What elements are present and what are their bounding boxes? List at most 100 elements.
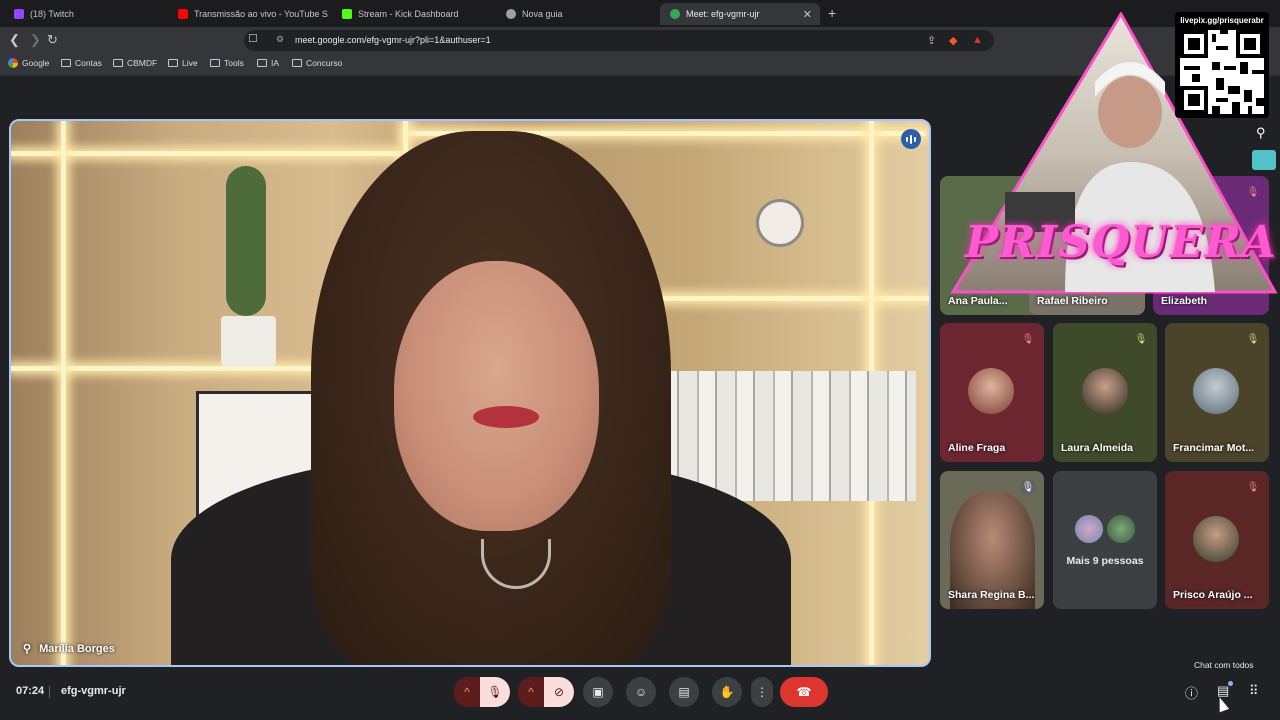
avatar (968, 368, 1014, 414)
mic-off-icon: 🎙 (487, 685, 503, 699)
more-options-button[interactable]: ⋮ (751, 677, 773, 707)
bookmark-label: Tools (224, 58, 244, 68)
main-speaker-tile[interactable]: ⚲ Marília Borges (9, 119, 931, 667)
avatar (1193, 368, 1239, 414)
screen: (18) Twitch Transmissão ao vivo - YouTub… (0, 0, 1280, 720)
bookmark-cbmdf[interactable]: CBMDF (113, 58, 157, 68)
emoji-icon: ☺ (634, 685, 648, 699)
qr-label: livepix.gg/prisquerabr (1180, 16, 1264, 25)
bookmark-ia[interactable]: IA (257, 58, 279, 68)
mic-off-icon: 🎙 (1020, 479, 1036, 495)
tab-twitch[interactable]: (18) Twitch (4, 3, 164, 25)
share-icon[interactable]: ⇪ (927, 34, 936, 47)
meeting-time: 07:24 (16, 685, 45, 697)
speaker-face (394, 261, 599, 531)
close-icon[interactable]: ✕ (803, 8, 812, 21)
activities-grid-icon[interactable]: ⠿ (1249, 683, 1259, 699)
shelf-light (631, 296, 929, 301)
tab-youtube-studio[interactable]: Transmissão ao vivo - YouTube Studio (168, 3, 328, 25)
captions-icon: ▤ (678, 685, 690, 699)
captions-button[interactable]: ▤ (669, 677, 699, 707)
phone-hangup-icon: ☎ (796, 685, 812, 699)
more-vert-icon: ⋮ (756, 685, 768, 699)
folder-icon (113, 59, 123, 67)
brand-logo-text: PRISQUERA (965, 217, 1277, 268)
meeting-code: efg-vgmr-ujr (61, 685, 126, 697)
camera-off-icon: ⊘ (553, 685, 565, 699)
bookmark-contas[interactable]: Contas (61, 58, 102, 68)
folder-icon (168, 59, 178, 67)
bookmark-label: CBMDF (127, 58, 158, 68)
participant-name: Prisco Araújo ... (1173, 589, 1253, 601)
back-icon[interactable]: ❮ (9, 32, 20, 48)
participant-tile[interactable]: 🎙 Aline Fraga (940, 323, 1044, 462)
camera-toggle-button[interactable]: ⊘ (544, 677, 574, 707)
site-info-icon[interactable]: ⚙ (276, 34, 284, 45)
tab-meet[interactable]: Meet: efg-vgmr-ujr ✕ (660, 3, 820, 25)
participant-name: Laura Almeida (1061, 442, 1133, 454)
meeting-details-icon[interactable]: ⓘ (1185, 683, 1198, 702)
shield-icon (506, 9, 516, 19)
avatar (1073, 513, 1105, 545)
folder-icon (210, 59, 220, 67)
participant-tile[interactable]: 🎙 Prisco Araújo ... (1165, 471, 1269, 609)
folder-icon (61, 59, 71, 67)
tab-kick-dashboard[interactable]: Stream - Kick Dashboard (332, 3, 492, 25)
mic-toggle-button[interactable]: 🎙 (480, 677, 510, 707)
present-icon: ▣ (592, 685, 604, 699)
address-bar[interactable]: ⚙ meet.google.com/efg-vgmr-ujr?pli=1&aut… (244, 30, 994, 51)
divider (49, 686, 50, 698)
speaker-lips (473, 406, 539, 428)
reactions-button[interactable]: ☺ (626, 677, 656, 707)
bookmark-tools[interactable]: Tools (210, 58, 244, 68)
tab-label: Transmissão ao vivo - YouTube Studio (194, 9, 328, 19)
url-text: meet.google.com/efg-vgmr-ujr?pli=1&authu… (295, 35, 491, 45)
pin-icon[interactable]: ⚲ (23, 642, 31, 655)
bookmark-google[interactable]: Google (8, 58, 49, 68)
participant-name: Shara Regina B... (948, 589, 1035, 601)
bookmark-label: Google (22, 58, 50, 68)
chat-notification-dot (1228, 681, 1233, 686)
speaking-indicator-icon (901, 129, 921, 149)
bookmark-icon[interactable]: ☐ (248, 32, 258, 45)
wall-clock (756, 199, 804, 247)
cactus-plant (226, 166, 266, 316)
present-screen-button[interactable]: ▣ (583, 677, 613, 707)
leave-call-button[interactable]: ☎ (780, 677, 828, 707)
participant-tile[interactable]: 🎙 Shara Regina B... (940, 471, 1044, 609)
youtube-icon (178, 9, 188, 19)
more-participants-tile[interactable]: Mais 9 pessoas (1053, 471, 1157, 609)
new-tab-button[interactable]: + (828, 5, 836, 21)
folder-icon (257, 59, 267, 67)
bookmark-label: Contas (75, 58, 102, 68)
participant-tile[interactable]: 🎙 Laura Almeida (1053, 323, 1157, 462)
tab-label: Nova guia (522, 9, 563, 19)
participant-tile[interactable]: 🎙 Francimar Mot... (1165, 323, 1269, 462)
speaker-name: Marília Borges (39, 642, 115, 655)
tab-label: (18) Twitch (30, 9, 74, 19)
audio-options-chevron-icon[interactable]: ^ (454, 677, 480, 707)
participant-name: Francimar Mot... (1173, 442, 1255, 454)
mic-off-icon: 🎙 (1246, 333, 1260, 345)
folder-icon (292, 59, 302, 67)
avatar (1082, 368, 1128, 414)
mic-off-icon: 🎙 (1134, 333, 1148, 345)
kick-icon (342, 9, 352, 19)
tab-label: Stream - Kick Dashboard (358, 9, 459, 19)
reload-icon[interactable]: ↻ (47, 32, 58, 48)
raise-hand-button[interactable]: ✋ (712, 677, 742, 707)
mic-off-icon: 🎙 (1021, 333, 1035, 345)
bookmark-live[interactable]: Live (168, 58, 198, 68)
speaker-name-label: ⚲ Marília Borges (23, 642, 115, 656)
avatar (1193, 516, 1239, 562)
participant-name: Aline Fraga (948, 442, 1006, 454)
bookmark-label: Live (182, 58, 198, 68)
more-people-label: Mais 9 pessoas (1066, 555, 1144, 567)
google-icon (8, 58, 18, 68)
pin-marker-icon: ⚲ (1256, 125, 1266, 140)
shelf-light (11, 151, 401, 156)
video-options-chevron-icon[interactable]: ^ (518, 677, 544, 707)
bookmark-concurso[interactable]: Concurso (292, 58, 342, 68)
forward-icon[interactable]: ❯ (30, 32, 41, 48)
tab-nova-guia[interactable]: Nova guia (496, 3, 656, 25)
